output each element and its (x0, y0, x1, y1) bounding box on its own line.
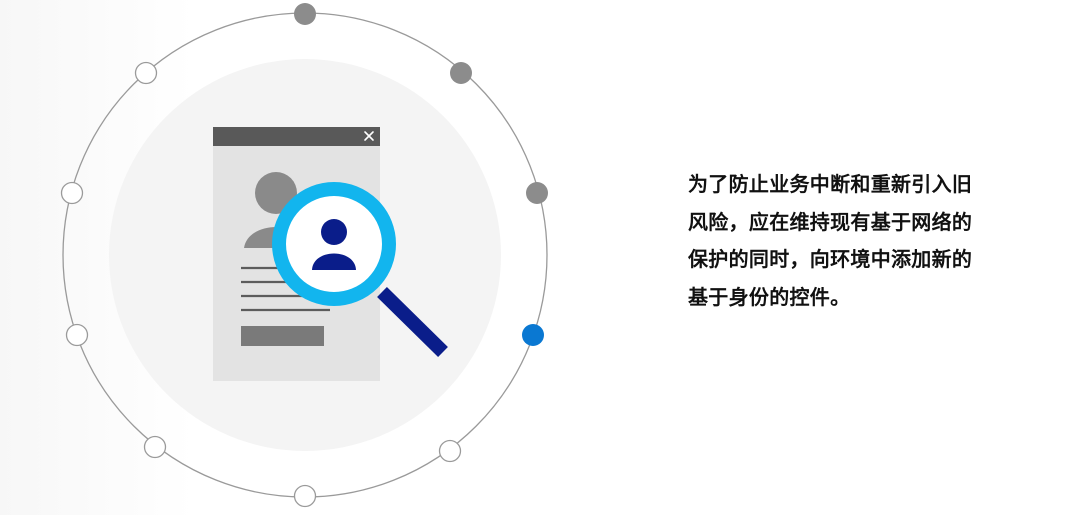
caption-line: 风险，应在维持现有基于网络的 (688, 209, 973, 234)
orbit-node-filled (294, 3, 316, 25)
orbit-node-empty (438, 439, 462, 463)
profile-button-placeholder (241, 326, 324, 346)
orbit-node-filled (526, 182, 548, 204)
caption-text: 为了防止业务中断和重新引入旧 风险，应在维持现有基于网络的 保护的同时，向环境中… (688, 166, 1008, 316)
orbit-node-empty (65, 323, 89, 347)
profile-card-titlebar (213, 127, 380, 146)
page: 为了防止业务中断和重新引入旧 风险，应在维持现有基于网络的 保护的同时，向环境中… (0, 0, 1080, 515)
orbit-node-empty (293, 484, 317, 508)
orbit-node-empty (60, 181, 84, 205)
orbit-node-empty (143, 435, 167, 459)
orbit-node-filled (450, 62, 472, 84)
caption-line: 为了防止业务中断和重新引入旧 (688, 172, 973, 196)
orbit-node-empty (134, 61, 158, 85)
caption-line: 基于身份的控件。 (688, 284, 851, 309)
caption-line: 保护的同时，向环境中添加新的 (688, 247, 973, 271)
orbit-node-active (522, 324, 544, 346)
identity-illustration (60, 3, 548, 508)
